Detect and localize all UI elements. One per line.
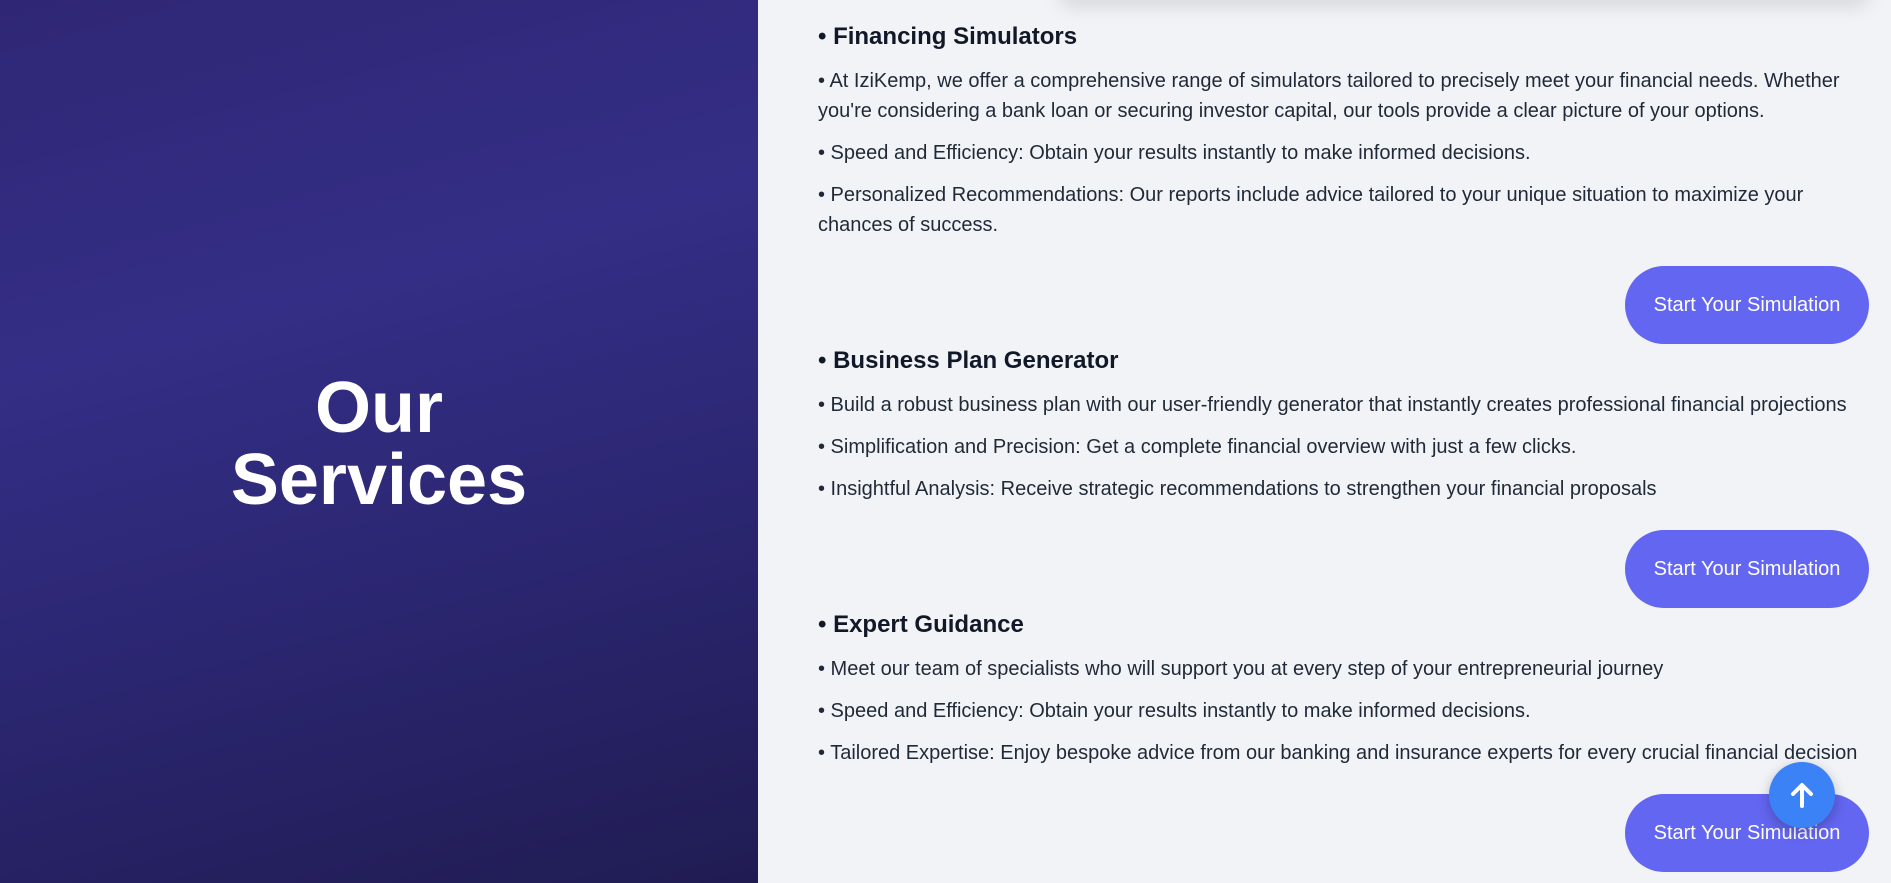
services-panel: • Financing Simulators • At IziKemp, we … — [758, 0, 1891, 883]
service-description: • Meet our team of specialists who will … — [818, 658, 1664, 680]
hero-title-line-1: Our — [314, 367, 443, 448]
service-expert-guidance: • Expert Guidance • Meet our team of spe… — [818, 610, 1868, 768]
service-description: • Build a robust business plan with our … — [818, 394, 1847, 416]
hero-panel: Our Services — [0, 0, 758, 883]
service-point: • Speed and Efficiency: Obtain your resu… — [818, 142, 1531, 164]
scroll-to-top-button[interactable] — [1769, 762, 1835, 828]
service-point: • Insightful Analysis: Receive strategic… — [818, 478, 1657, 500]
start-simulation-button[interactable]: Start Your Simulation — [1625, 530, 1869, 608]
start-simulation-button[interactable]: Start Your Simulation — [1625, 266, 1869, 344]
service-description: • At IziKemp, we offer a comprehensive r… — [818, 70, 1840, 122]
arrow-up-icon — [1791, 783, 1813, 808]
service-point: • Personalized Recommendations: Our repo… — [818, 184, 1804, 236]
service-financing-simulators: • Financing Simulators • At IziKemp, we … — [818, 22, 1868, 240]
service-point: • Simplification and Precision: Get a co… — [818, 436, 1577, 458]
service-point: • Tailored Expertise: Enjoy bespoke advi… — [818, 742, 1858, 764]
service-title: • Financing Simulators — [818, 23, 1078, 50]
service-point: • Speed and Efficiency: Obtain your resu… — [818, 700, 1531, 722]
service-title: • Expert Guidance — [818, 611, 1024, 638]
hero-title: Our Services — [231, 372, 527, 516]
hero-title-line-2: Services — [230, 439, 528, 520]
service-title: • Business Plan Generator — [818, 347, 1119, 374]
page: Our Services • Financing Simulators • At… — [0, 0, 1891, 883]
service-business-plan-generator: • Business Plan Generator • Build a robu… — [818, 346, 1868, 504]
